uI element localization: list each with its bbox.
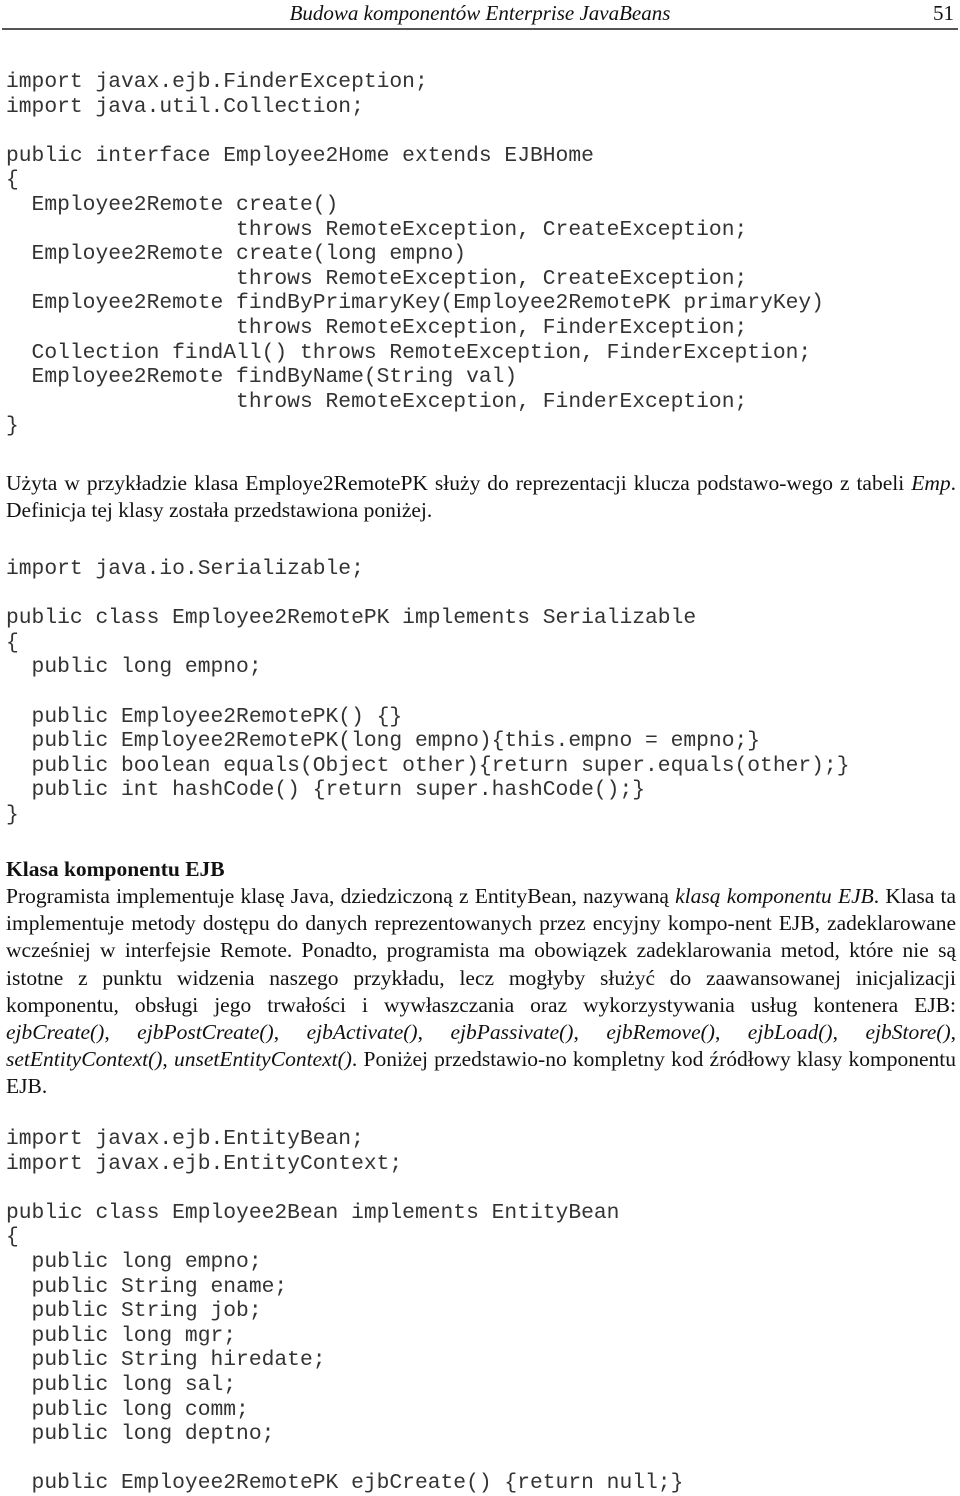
paragraph-text: Użyta w przykładzie klasa Employe2Remote… <box>6 471 912 495</box>
code-line: import javax.ejb.FinderException; <box>6 70 428 94</box>
code-block-primary-key-class: import java.io.Serializable; public clas… <box>6 557 850 828</box>
code-line: public class Employee2Bean implements En… <box>6 1200 620 1225</box>
code-line: { <box>6 1225 19 1250</box>
method-name: ejbStore() <box>865 1020 951 1045</box>
code-block-home-interface: import javax.ejb.FinderException; import … <box>6 70 824 439</box>
page-header: Budowa komponentów Enterprise JavaBeans … <box>0 0 960 30</box>
method-name: ejbLoad() <box>747 1020 833 1045</box>
code-line: } <box>6 802 19 827</box>
method-name: ejbActivate() <box>306 1020 418 1045</box>
method-name: setEntityContext() <box>6 1047 163 1072</box>
code-line: public Employee2RemotePK ejbCreate() {re… <box>6 1471 684 1496</box>
code-line: public long comm; <box>6 1397 249 1422</box>
code-line: Employee2Remote findByPrimaryKey(Employe… <box>6 291 824 316</box>
page-number: 51 <box>933 1 954 25</box>
code-line: { <box>6 630 19 655</box>
code-block-bean-class: import javax.ejb.EntityBean; import javax… <box>6 1127 683 1496</box>
code-line: } <box>6 414 19 439</box>
code-line: Collection findAll() throws RemoteExcept… <box>6 340 812 365</box>
code-line: import java.util.Collection; <box>6 94 364 119</box>
code-line: import javax.ejb.EntityContext; <box>6 1151 403 1176</box>
running-title: Budowa komponentów Enterprise JavaBeans <box>289 1 671 25</box>
code-line: throws RemoteException, CreateException; <box>6 217 748 242</box>
code-line: throws RemoteException, FinderException; <box>6 389 748 414</box>
code-line: public String job; <box>6 1299 262 1324</box>
code-line: public long empno; <box>6 1249 262 1274</box>
paragraph-text: Programista implementuje klasę Java, dzi… <box>6 884 676 908</box>
method-name: unsetEntityContext() <box>174 1047 352 1072</box>
code-line: public String ename; <box>6 1274 288 1299</box>
code-line: throws RemoteException, CreateException; <box>6 266 748 291</box>
paragraph-italic-term: Emp <box>911 471 951 495</box>
code-line: public boolean equals(Object other){retu… <box>6 753 850 778</box>
code-line: public long deptno; <box>6 1422 275 1447</box>
paragraph-italic-term: klasą komponentu EJB <box>675 884 874 908</box>
method-name: ejbPassivate() <box>450 1020 574 1045</box>
code-line: public class Employee2RemotePK implement… <box>6 606 697 631</box>
paragraph-primary-key: Użyta w przykładzie klasa Employe2Remote… <box>6 470 956 524</box>
method-name: ejbPostCreate() <box>137 1020 274 1045</box>
section-heading: Klasa komponentu EJB <box>6 857 225 881</box>
code-line: import javax.ejb.EntityBean; <box>6 1127 364 1151</box>
method-name: ejbCreate() <box>6 1020 105 1045</box>
code-line: public long empno; <box>6 655 262 680</box>
code-line: Employee2Remote findByName(String val) <box>6 365 518 390</box>
code-line: public int hashCode() {return super.hash… <box>6 778 646 803</box>
code-line: public long sal; <box>6 1372 237 1397</box>
code-line: public interface Employee2Home extends E… <box>6 143 594 168</box>
code-line: public String hiredate; <box>6 1348 326 1373</box>
code-line: throws RemoteException, FinderException; <box>6 315 748 340</box>
code-line: { <box>6 168 19 193</box>
code-line: public long mgr; <box>6 1323 237 1348</box>
code-line: public Employee2RemotePK(long empno){thi… <box>6 729 761 754</box>
code-line: public Employee2RemotePK() {} <box>6 704 403 729</box>
code-line: Employee2Remote create() <box>6 192 339 217</box>
method-name: ejbRemove() <box>606 1020 715 1045</box>
header-rule <box>2 28 958 30</box>
paragraph-bean-class: Programista implementuje klasę Java, dzi… <box>6 884 957 1099</box>
code-line: Employee2Remote create(long empno) <box>6 242 467 267</box>
code-line: import java.io.Serializable; <box>6 557 364 581</box>
